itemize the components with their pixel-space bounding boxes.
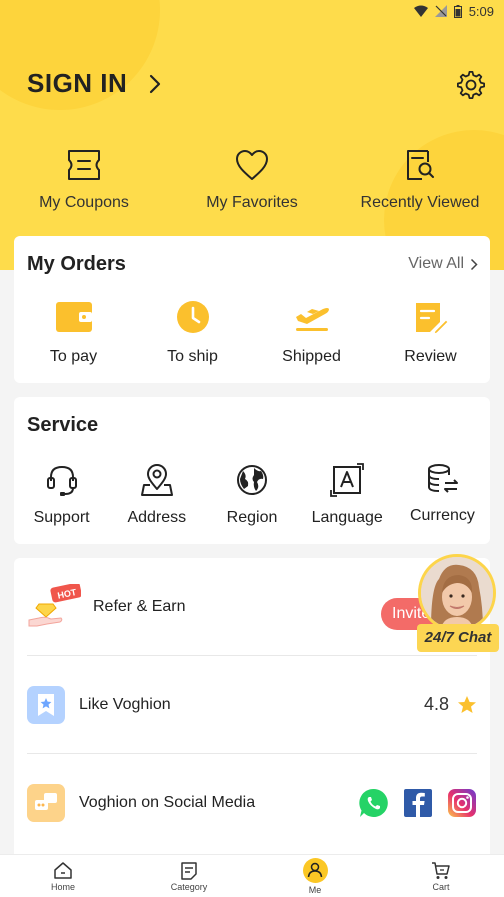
order-status-row: To pay To ship Shipped Review [14, 300, 490, 366]
my-coupons-link[interactable]: My Coupons [0, 148, 168, 212]
headset-icon [46, 465, 77, 496]
to-pay-label: To pay [49, 348, 98, 365]
social-media-row: Voghion on Social Media [27, 754, 477, 852]
region-button[interactable]: Region [204, 463, 299, 527]
category-icon [181, 861, 197, 880]
home-icon [54, 861, 72, 879]
support-button[interactable]: Support [14, 463, 109, 527]
like-badge-icon [27, 685, 65, 724]
agent-avatar [418, 554, 496, 632]
nav-cart-label: Cart [432, 881, 450, 892]
location-icon [140, 464, 173, 496]
heart-icon [236, 150, 268, 180]
view-all-orders-link[interactable]: View All [408, 255, 478, 273]
language-icon [330, 463, 365, 497]
nav-home[interactable]: Home [0, 855, 126, 897]
my-favorites-label: My Favorites [206, 194, 298, 211]
my-favorites-link[interactable]: My Favorites [168, 148, 336, 212]
facebook-icon[interactable] [403, 788, 433, 818]
my-coupons-label: My Coupons [39, 194, 129, 211]
cart-icon [432, 861, 450, 879]
globe-icon [237, 465, 267, 495]
signal-off-icon [434, 5, 447, 17]
chevron-right-icon [150, 74, 161, 93]
nav-me[interactable]: Me [252, 855, 378, 897]
recently-viewed-link[interactable]: Recently Viewed [336, 148, 504, 212]
like-voghion-label: Like Voghion [79, 695, 171, 713]
bottom-nav: Home Category Me Cart [0, 854, 504, 897]
recently-viewed-label: Recently Viewed [360, 194, 480, 211]
language-button[interactable]: Language [300, 463, 395, 527]
service-title: Service [27, 414, 99, 436]
chat-label: 24/7 Chat [417, 624, 499, 652]
sign-in-button[interactable]: SIGN IN [27, 68, 161, 99]
star-icon [458, 695, 476, 713]
me-icon [302, 857, 328, 883]
support-label: Support [33, 509, 90, 526]
language-label: Language [311, 509, 383, 526]
header-background [0, 0, 504, 270]
refer-earn-icon: HOT [28, 583, 81, 626]
settings-button[interactable] [456, 70, 486, 100]
whatsapp-icon[interactable] [359, 788, 389, 818]
region-label: Region [226, 509, 278, 526]
to-ship-label: To ship [167, 348, 218, 365]
quick-links: My Coupons My Favorites Recently Viewed [0, 148, 504, 212]
address-button[interactable]: Address [109, 463, 204, 527]
nav-category-label: Category [170, 881, 208, 892]
wallet-icon [55, 302, 92, 332]
to-ship-button[interactable]: To ship [133, 300, 252, 366]
social-media-label: Voghion on Social Media [79, 794, 256, 811]
rating-value: 4.8 [423, 694, 449, 714]
nav-cart[interactable]: Cart [378, 855, 504, 897]
chevron-right-icon [470, 258, 478, 270]
shipped-button[interactable]: Shipped [252, 300, 371, 366]
view-all-label: View All [408, 255, 464, 272]
orders-title: My Orders [27, 253, 126, 275]
plane-icon [295, 308, 329, 331]
service-row: Support Address Region Language Currency [14, 463, 490, 527]
address-label: Address [127, 509, 187, 526]
status-time: 5:09 [468, 3, 494, 19]
review-button[interactable]: Review [371, 300, 490, 366]
battery-icon [453, 4, 462, 18]
sign-in-label: SIGN IN [27, 68, 128, 98]
gear-icon [457, 70, 485, 99]
wifi-icon [413, 5, 428, 17]
live-chat-button[interactable]: 24/7 Chat [417, 554, 499, 656]
instagram-icon[interactable] [447, 788, 477, 818]
refer-earn-label: Refer & Earn [93, 597, 186, 615]
currency-button[interactable]: Currency [395, 463, 490, 527]
history-icon [407, 150, 434, 180]
currency-label: Currency [409, 507, 475, 524]
service-card: Service Support Address Region Language … [14, 397, 490, 544]
nav-me-label: Me [308, 884, 322, 895]
review-label: Review [404, 348, 457, 365]
to-pay-button[interactable]: To pay [14, 300, 133, 366]
orders-card: My Orders View All To pay To ship Shippe… [14, 236, 490, 383]
shipped-label: Shipped [282, 348, 341, 365]
nav-category[interactable]: Category [126, 855, 252, 897]
currency-icon [428, 464, 459, 493]
ticket-icon [68, 150, 100, 180]
status-bar: 5:09 [0, 0, 504, 22]
review-icon [415, 303, 449, 334]
social-media-icon [27, 784, 65, 822]
like-voghion-row[interactable]: Like Voghion 4.8 [27, 656, 477, 754]
clock-icon [176, 301, 209, 333]
nav-home-label: Home [50, 881, 75, 892]
